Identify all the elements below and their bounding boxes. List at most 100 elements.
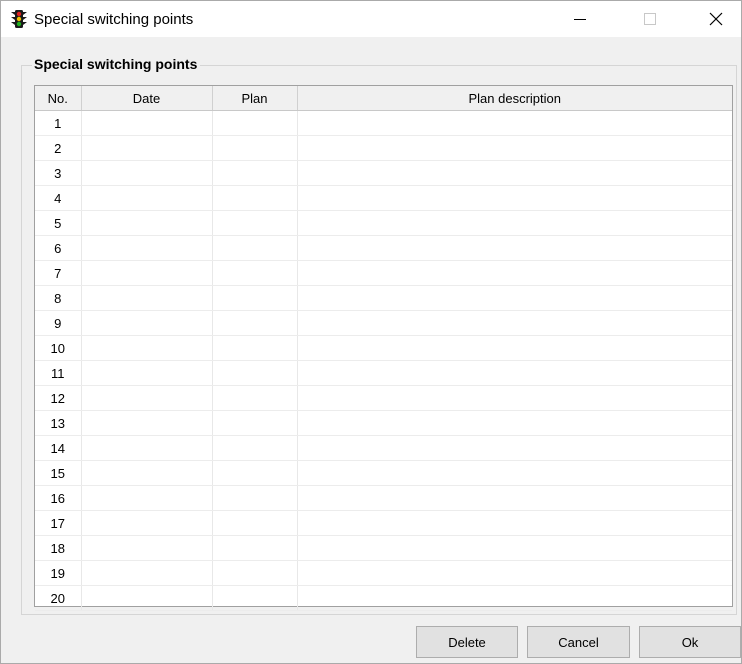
plan-description-cell[interactable] [297, 185, 732, 211]
row-number-cell: 1 [35, 110, 82, 136]
plan-description-cell[interactable] [297, 435, 732, 461]
date-cell[interactable] [81, 235, 213, 261]
date-cell[interactable] [81, 410, 213, 436]
column-header-plan[interactable]: Plan [212, 86, 298, 111]
plan-description-cell[interactable] [297, 235, 732, 261]
plan-description-cell[interactable] [297, 260, 732, 286]
plan-cell[interactable] [212, 235, 298, 261]
title-bar[interactable]: Special switching points [1, 1, 741, 37]
date-cell[interactable] [81, 335, 213, 361]
date-cell[interactable] [81, 260, 213, 286]
date-cell[interactable] [81, 535, 213, 561]
table-row[interactable]: 19 [35, 560, 732, 586]
date-cell[interactable] [81, 510, 213, 536]
plan-cell[interactable] [212, 360, 298, 386]
plan-description-cell[interactable] [297, 210, 732, 236]
table-row[interactable]: 18 [35, 535, 732, 561]
table-row[interactable]: 4 [35, 185, 732, 211]
date-cell[interactable] [81, 310, 213, 336]
date-cell[interactable] [81, 460, 213, 486]
date-cell[interactable] [81, 160, 213, 186]
date-cell[interactable] [81, 185, 213, 211]
table-row[interactable]: 9 [35, 310, 732, 336]
plan-cell[interactable] [212, 585, 298, 611]
plan-cell[interactable] [212, 410, 298, 436]
plan-description-cell[interactable] [297, 410, 732, 436]
table-row[interactable]: 12 [35, 385, 732, 411]
plan-cell[interactable] [212, 335, 298, 361]
date-cell[interactable] [81, 385, 213, 411]
plan-description-cell[interactable] [297, 385, 732, 411]
date-cell[interactable] [81, 135, 213, 161]
date-cell[interactable] [81, 360, 213, 386]
date-cell[interactable] [81, 210, 213, 236]
table-row[interactable]: 2 [35, 135, 732, 161]
plan-description-cell[interactable] [297, 335, 732, 361]
switching-points-table[interactable]: No. Date Plan Plan description 123456789… [34, 85, 733, 611]
maximize-button[interactable] [627, 1, 673, 37]
table-row[interactable]: 8 [35, 285, 732, 311]
row-number-cell: 13 [35, 410, 82, 436]
plan-description-cell[interactable] [297, 510, 732, 536]
date-cell[interactable] [81, 435, 213, 461]
plan-description-cell[interactable] [297, 160, 732, 186]
plan-cell[interactable] [212, 260, 298, 286]
close-button[interactable] [693, 1, 739, 37]
plan-description-cell[interactable] [297, 360, 732, 386]
date-cell[interactable] [81, 560, 213, 586]
plan-cell[interactable] [212, 185, 298, 211]
table-row[interactable]: 16 [35, 485, 732, 511]
plan-description-cell[interactable] [297, 485, 732, 511]
plan-cell[interactable] [212, 560, 298, 586]
table-row[interactable]: 3 [35, 160, 732, 186]
plan-cell[interactable] [212, 110, 298, 136]
table-row[interactable]: 11 [35, 360, 732, 386]
table-row[interactable]: 1 [35, 110, 732, 136]
table-row[interactable]: 6 [35, 235, 732, 261]
column-header-no[interactable]: No. [35, 86, 82, 111]
row-number-cell: 3 [35, 160, 82, 186]
table-row[interactable]: 14 [35, 435, 732, 461]
plan-cell[interactable] [212, 435, 298, 461]
date-cell[interactable] [81, 485, 213, 511]
table-row[interactable]: 13 [35, 410, 732, 436]
plan-cell[interactable] [212, 285, 298, 311]
traffic-light-icon [11, 9, 27, 29]
plan-cell[interactable] [212, 210, 298, 236]
minimize-button[interactable] [557, 1, 603, 37]
date-cell[interactable] [81, 285, 213, 311]
table-row[interactable]: 7 [35, 260, 732, 286]
column-header-date[interactable]: Date [81, 86, 213, 111]
date-cell[interactable] [81, 110, 213, 136]
plan-description-cell[interactable] [297, 460, 732, 486]
ok-button[interactable]: Ok [639, 626, 741, 658]
plan-cell[interactable] [212, 485, 298, 511]
table-row[interactable]: 20 [35, 585, 732, 611]
row-number-cell: 12 [35, 385, 82, 411]
plan-description-cell[interactable] [297, 310, 732, 336]
plan-cell[interactable] [212, 385, 298, 411]
plan-cell[interactable] [212, 160, 298, 186]
table-row[interactable]: 15 [35, 460, 732, 486]
plan-cell[interactable] [212, 535, 298, 561]
close-icon [709, 12, 723, 26]
date-cell[interactable] [81, 585, 213, 611]
plan-description-cell[interactable] [297, 585, 732, 611]
plan-description-cell[interactable] [297, 285, 732, 311]
column-header-plan-description[interactable]: Plan description [297, 86, 732, 111]
table-row[interactable]: 10 [35, 335, 732, 361]
cancel-button[interactable]: Cancel [527, 626, 630, 658]
plan-description-cell[interactable] [297, 110, 732, 136]
delete-button[interactable]: Delete [416, 626, 518, 658]
row-number-cell: 17 [35, 510, 82, 536]
plan-description-cell[interactable] [297, 135, 732, 161]
row-number-cell: 14 [35, 435, 82, 461]
plan-description-cell[interactable] [297, 560, 732, 586]
plan-description-cell[interactable] [297, 535, 732, 561]
plan-cell[interactable] [212, 135, 298, 161]
plan-cell[interactable] [212, 510, 298, 536]
plan-cell[interactable] [212, 460, 298, 486]
table-row[interactable]: 17 [35, 510, 732, 536]
table-row[interactable]: 5 [35, 210, 732, 236]
plan-cell[interactable] [212, 310, 298, 336]
